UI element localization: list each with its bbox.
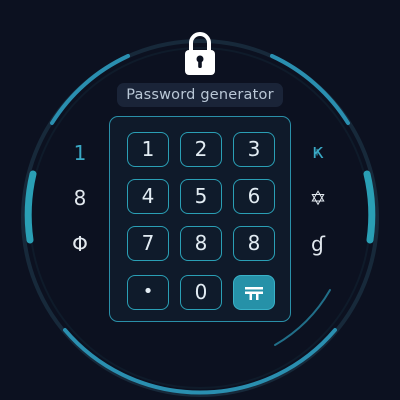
- left-glyph-3: Φ: [72, 232, 88, 256]
- key-8[interactable]: 8: [180, 226, 222, 261]
- right-glyph-3: ɠ: [311, 232, 325, 256]
- key-0[interactable]: 0: [180, 275, 222, 310]
- enter-key[interactable]: [233, 275, 275, 310]
- app-title: Password generator: [117, 83, 283, 107]
- key-7[interactable]: 7: [127, 226, 169, 261]
- right-glyph-2: ✡: [309, 186, 327, 210]
- key-1[interactable]: 1: [127, 132, 169, 167]
- password-generator-screen: Password generator 1 2 3 4 5 6 7 8 8 • 0…: [0, 0, 400, 400]
- key-3[interactable]: 3: [233, 132, 275, 167]
- key-5[interactable]: 5: [180, 179, 222, 214]
- key-8-second[interactable]: 8: [233, 226, 275, 261]
- dot-key[interactable]: •: [127, 275, 169, 310]
- lock-icon: [185, 32, 215, 75]
- key-6[interactable]: 6: [233, 179, 275, 214]
- enter-key-icon: [245, 287, 263, 300]
- right-glyph-1: ҝ: [311, 139, 325, 163]
- left-glyph-1: 1: [73, 141, 87, 165]
- left-glyph-2: 8: [73, 186, 87, 210]
- key-4[interactable]: 4: [127, 179, 169, 214]
- key-2[interactable]: 2: [180, 132, 222, 167]
